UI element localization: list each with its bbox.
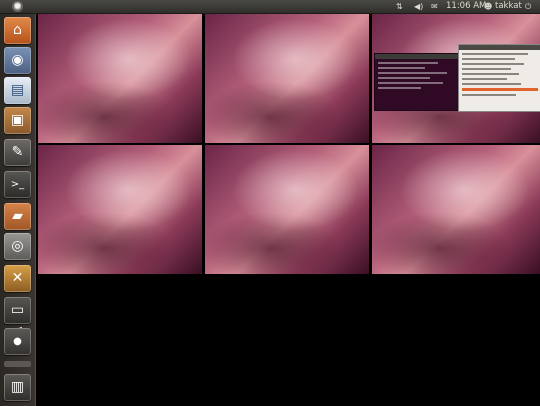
settings-glyph: ✕ [11, 270, 24, 286]
workspace-1[interactable] [38, 14, 202, 143]
files-folder-icon[interactable]: ▰ [4, 203, 31, 230]
settings-row [462, 53, 528, 55]
writer-document-icon[interactable]: ▤ [4, 77, 31, 104]
disk-glyph: ◎ [11, 238, 24, 254]
envelope-icon[interactable]: ✉ [431, 0, 438, 13]
settings-row [462, 73, 520, 75]
home-folder-icon[interactable]: ⌂ [4, 17, 31, 44]
dvd-drive-icon[interactable]: ● [4, 328, 31, 355]
workspaces-glyph: ▭ [10, 302, 25, 318]
disk-utility-icon[interactable]: ◎ [4, 233, 31, 260]
editor-glyph: ✎ [11, 144, 24, 160]
system-settings-icon[interactable]: ✕ [4, 265, 31, 292]
ubuntu-logo-icon[interactable] [12, 1, 23, 12]
software-center-icon[interactable]: ▣ [4, 107, 31, 134]
settings-row [462, 94, 517, 96]
settings-row [462, 78, 508, 80]
files-glyph: ▰ [12, 208, 23, 224]
software-glyph: ▣ [10, 112, 25, 128]
workspace-switcher-icon[interactable]: ▭ [4, 297, 31, 324]
settings-row [462, 58, 516, 60]
trash-icon[interactable]: ▥ [4, 374, 31, 401]
workspace-6[interactable] [372, 145, 540, 274]
terminal-glyph: >_ [10, 179, 25, 190]
terminal-titlebar [375, 54, 461, 59]
firefox-icon[interactable]: ◉ [4, 47, 31, 74]
settings-row [462, 63, 524, 65]
settings-row [462, 83, 522, 85]
dvd-glyph: ● [13, 336, 22, 347]
firefox-glyph: ◉ [11, 52, 24, 68]
terminal-line [378, 82, 443, 84]
workspace-4[interactable] [38, 145, 202, 274]
trash-glyph: ▥ [10, 379, 25, 395]
top-panel: ⇅ ◀) ✉ 11:06 AM ☻ takkat ⏻ [0, 0, 540, 14]
clock[interactable]: 11:06 AM [446, 0, 486, 13]
terminal-line [378, 67, 426, 69]
settings-row [462, 68, 512, 70]
launcher-separator [4, 361, 31, 367]
settings-selected-row [462, 88, 538, 91]
home-glyph: ⌂ [13, 22, 22, 38]
terminal-line [378, 87, 421, 89]
terminal-line [378, 62, 439, 64]
writer-glyph: ▤ [10, 82, 25, 98]
network-arrows-icon[interactable]: ⇅ [396, 0, 403, 13]
launcher: ⌂ ◉ ▤ ▣ ✎ >_ ▰ ◎ ✕ ▭ ● ▥ [0, 14, 36, 406]
settings-titlebar [459, 45, 540, 50]
user-name[interactable]: takkat [495, 0, 522, 13]
workspace-5[interactable] [205, 145, 369, 274]
terminal-window-thumbnail[interactable] [374, 53, 462, 111]
settings-window-thumbnail[interactable] [458, 44, 540, 112]
text-editor-icon[interactable]: ✎ [4, 139, 31, 166]
volume-icon[interactable]: ◀) [414, 0, 423, 13]
power-icon[interactable]: ⏻ [525, 0, 531, 13]
terminal-line [378, 77, 430, 79]
terminal-line [378, 72, 447, 74]
terminal-icon[interactable]: >_ [4, 171, 31, 198]
user-icon[interactable]: ☻ [484, 0, 492, 13]
workspace-2[interactable] [205, 14, 369, 143]
workspace-3[interactable] [372, 14, 540, 143]
